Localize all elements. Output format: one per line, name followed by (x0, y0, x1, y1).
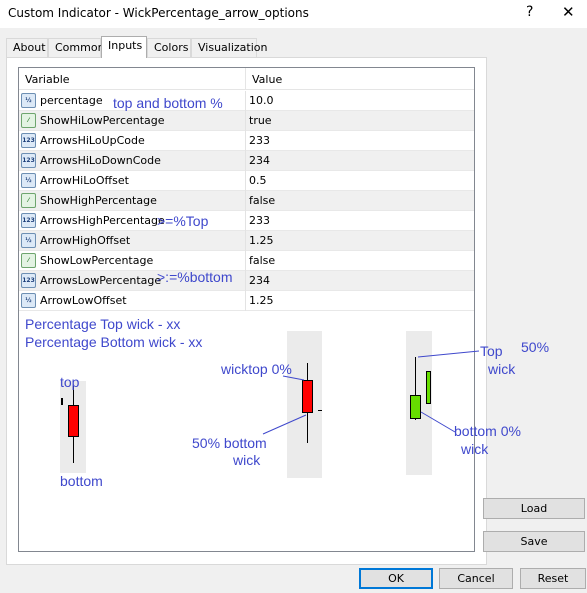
reset-button[interactable]: Reset (520, 568, 586, 589)
annotation-lte-bottom: >:=%bottom (157, 269, 233, 285)
annotation-top: top (60, 374, 80, 390)
annotation-bottom: bottom (60, 473, 103, 489)
annotation-pct-top-wick: Percentage Top wick - xx (25, 316, 181, 332)
annotation-wicktop: wicktop 0% (221, 361, 292, 377)
leader-line-bottom-0 (420, 411, 456, 433)
annotation-pct-bottom-wick: Percentage Bottom wick - xx (25, 334, 203, 350)
annotation-bottom-0: bottom 0% (454, 423, 521, 439)
annotation-top-right: Top (480, 343, 503, 359)
annotation-wick-3: wick (461, 441, 489, 457)
leader-line-top (417, 350, 480, 358)
tab-inputs[interactable]: Inputs (101, 36, 147, 58)
annotation-wick-1: wick (233, 452, 261, 468)
ok-button[interactable]: OK (359, 568, 433, 589)
annotation-50-right: 50% (521, 339, 550, 355)
annotation-wick-2: wick (488, 361, 516, 377)
annotation-top-and-bottom: top and bottom % (113, 95, 223, 111)
save-button[interactable]: Save (483, 531, 585, 552)
cancel-button[interactable]: Cancel (439, 568, 513, 589)
leader-line-50-bottom (262, 414, 307, 435)
load-button[interactable]: Load (483, 498, 585, 519)
annotation-gte-top: >=%Top (157, 213, 209, 229)
annotation-50-bottom: 50% bottom (192, 435, 267, 451)
